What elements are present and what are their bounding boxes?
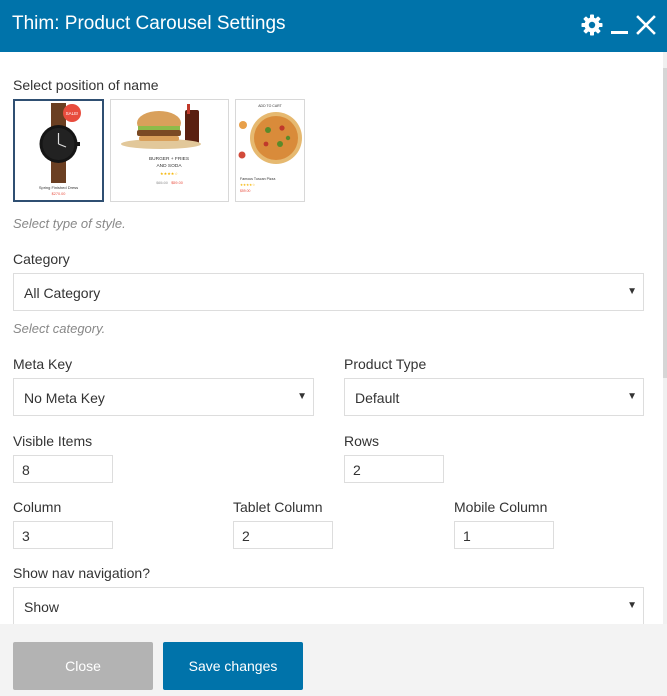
- layout-label: Select position of name: [13, 77, 159, 93]
- tablet-column-value: 2: [242, 528, 250, 544]
- column-label: Column: [13, 499, 62, 515]
- layout-option-3[interactable]: ADD TO CART Famous Tuscan Pizza ★★★★☆ $5…: [235, 99, 305, 202]
- mobile-column-label: Mobile Column: [454, 499, 548, 515]
- caret-down-icon: ▼: [627, 600, 637, 611]
- tablet-column-label: Tablet Column: [233, 499, 323, 515]
- thumb-3-name: Famous Tuscan Pizza: [240, 177, 275, 181]
- gear-icon[interactable]: [580, 13, 604, 37]
- category-label: Category: [13, 251, 70, 267]
- category-select[interactable]: All Category ▼: [13, 273, 644, 311]
- sale-badge: SALE!: [66, 111, 79, 116]
- nav-select[interactable]: Show ▼: [13, 587, 644, 624]
- nav-label: Show nav navigation?: [13, 565, 150, 581]
- minimize-icon[interactable]: [608, 13, 632, 37]
- mobile-column-input[interactable]: 1: [454, 521, 554, 549]
- mobile-column-value: 1: [463, 528, 471, 544]
- thumb-2-price: $59.00: [171, 181, 183, 185]
- tablet-column-input[interactable]: 2: [233, 521, 333, 549]
- nav-value: Show: [24, 599, 60, 615]
- product-type-select[interactable]: Default ▼: [344, 378, 644, 416]
- layout-option-1[interactable]: SALE! Spring Finished Dress $270.00: [13, 99, 104, 202]
- meta-key-select[interactable]: No Meta Key ▼: [13, 378, 314, 416]
- caret-down-icon: ▼: [627, 391, 637, 402]
- thumb-3-button: ADD TO CART: [258, 104, 282, 108]
- thumb-2-name-line2: AND SODA: [156, 163, 182, 169]
- visible-items-label: Visible Items: [13, 433, 93, 449]
- dialog-titlebar: Thim: Product Carousel Settings: [0, 0, 667, 52]
- product-type-label: Product Type: [344, 356, 427, 372]
- watch-product-image: SALE! Spring Finished Dress $270.00: [39, 103, 81, 196]
- rows-input[interactable]: 2: [344, 455, 444, 483]
- thumb-3-price: $59.00: [240, 189, 250, 193]
- category-hint: Select category.: [13, 321, 106, 336]
- meta-key-value: No Meta Key: [24, 390, 105, 406]
- thumb-2-name-line1: BURGER + FRIES: [149, 156, 189, 162]
- column-value: 3: [22, 528, 30, 544]
- close-button[interactable]: Close: [13, 642, 153, 690]
- rating-stars: ★★★★☆: [160, 171, 178, 176]
- dialog-title: Thim: Product Carousel Settings: [12, 13, 286, 34]
- thumb-2-old-price: $65.00: [156, 181, 168, 185]
- product-type-value: Default: [355, 390, 400, 406]
- layout-option-2[interactable]: BURGER + FRIES AND SODA ★★★★☆ $65.00 $59…: [110, 99, 229, 202]
- close-icon[interactable]: [634, 13, 658, 37]
- dialog-footer: Close Save changes: [0, 624, 667, 696]
- visible-items-value: 8: [22, 462, 30, 478]
- rating-stars: ★★★★☆: [240, 183, 255, 187]
- column-input[interactable]: 3: [13, 521, 113, 549]
- thumb-1-name: Spring Finished Dress: [39, 185, 78, 190]
- save-changes-button[interactable]: Save changes: [163, 642, 303, 690]
- caret-down-icon: ▼: [297, 391, 307, 402]
- rows-value: 2: [353, 462, 361, 478]
- pizza-product-image: ADD TO CART Famous Tuscan Pizza ★★★★☆ $5…: [238, 104, 302, 193]
- visible-items-input[interactable]: 8: [13, 455, 113, 483]
- thumb-1-price: $270.00: [52, 192, 66, 196]
- rows-label: Rows: [344, 433, 380, 449]
- dialog-content: Select position of name SALE! Spring Fin…: [0, 52, 667, 624]
- burger-product-image: BURGER + FRIES AND SODA ★★★★☆ $65.00 $59…: [121, 104, 201, 185]
- meta-key-label: Meta Key: [13, 356, 73, 372]
- scrollbar-thumb[interactable]: [663, 68, 667, 378]
- layout-hint: Select type of style.: [13, 216, 126, 231]
- category-value: All Category: [24, 285, 101, 301]
- caret-down-icon: ▼: [627, 286, 637, 297]
